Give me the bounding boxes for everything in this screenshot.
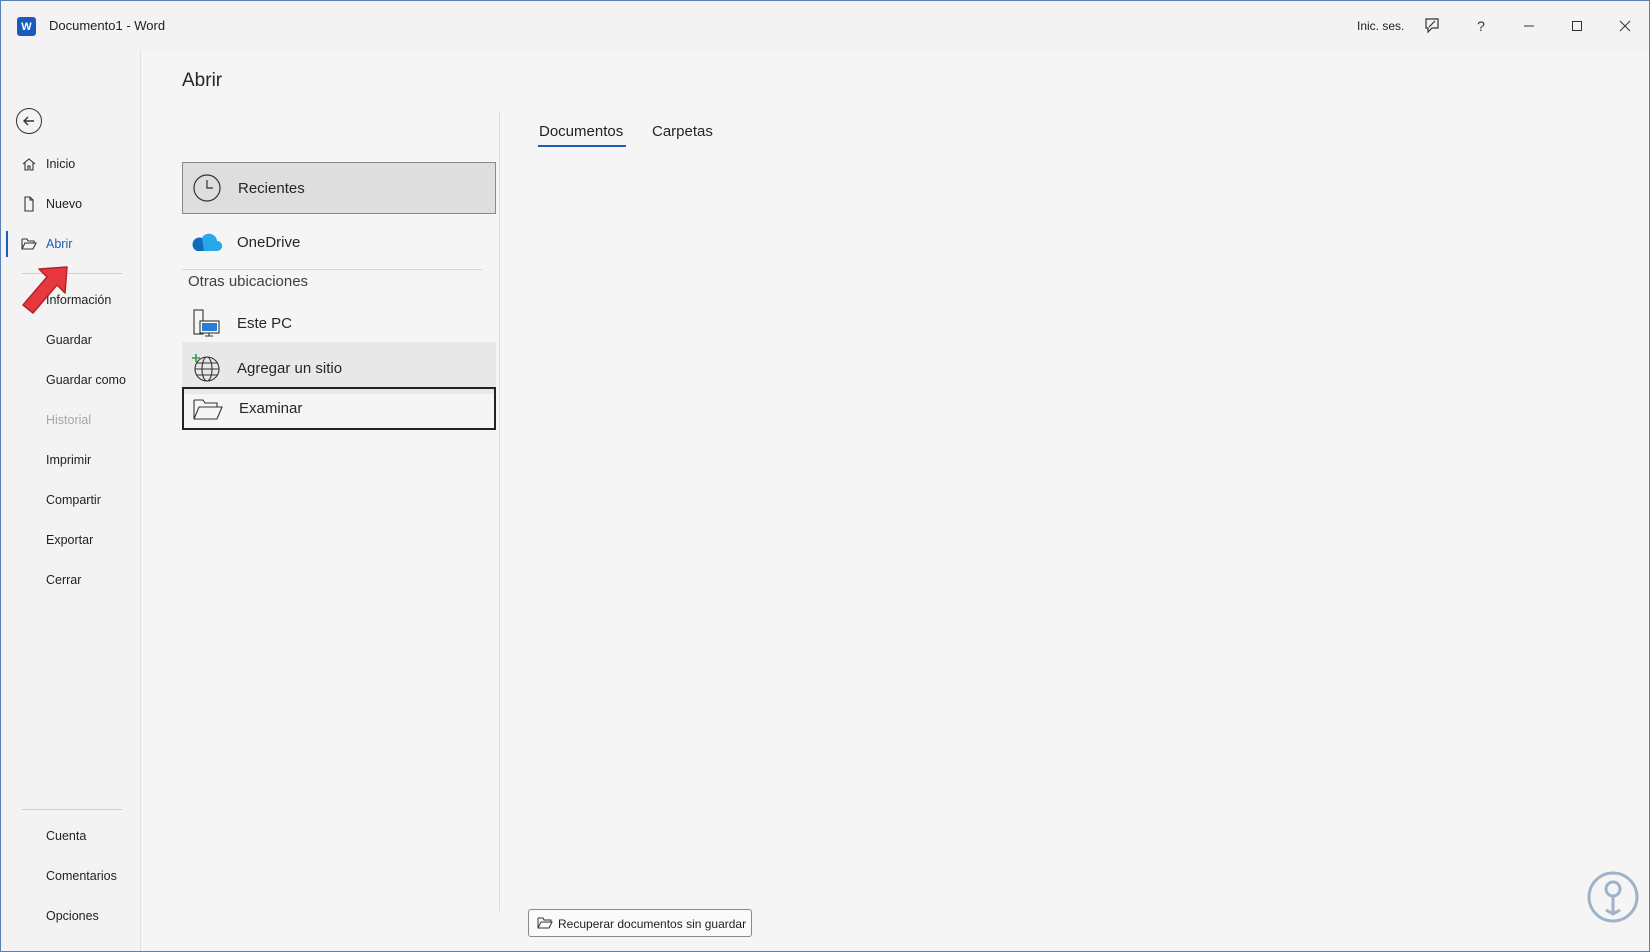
nav-compartir[interactable]: Compartir (1, 485, 141, 515)
location-label: Examinar (239, 400, 303, 417)
nav-imprimir[interactable]: Imprimir (1, 445, 141, 475)
nav-label: Compartir (46, 493, 101, 507)
location-label: Este PC (237, 314, 293, 332)
nav-label: Guardar como (46, 373, 126, 387)
close-icon[interactable] (1602, 11, 1648, 41)
help-icon[interactable]: ? (1458, 11, 1504, 41)
recover-unsaved-button[interactable]: Recuperar documentos sin guardar (528, 909, 752, 937)
locations-panel: Recientes OneDrive Otras ubicaciones Est… (182, 111, 500, 911)
nav-label: Guardar (46, 333, 92, 347)
nav-label: Comentarios (46, 869, 117, 883)
computer-icon (190, 307, 222, 339)
page-title: Abrir (182, 70, 223, 91)
tab-active-underline (538, 145, 626, 147)
nav-label: Opciones (46, 909, 99, 923)
nav-historial: Historial (1, 405, 141, 435)
locations-divider (182, 269, 482, 270)
nav-inicio[interactable]: Inicio (1, 149, 141, 179)
nav-cerrar[interactable]: Cerrar (1, 565, 141, 595)
location-onedrive[interactable]: OneDrive (182, 216, 496, 268)
otras-ubicaciones-heading: Otras ubicaciones (188, 273, 309, 290)
nav-guardar-como[interactable]: Guardar como (1, 365, 141, 395)
word-window: W Documento1 - Word Inic. ses. ? Inicio (0, 0, 1650, 952)
nav-label: Cerrar (46, 573, 82, 587)
word-app-icon: W (17, 17, 40, 36)
nav-label: Inicio (46, 157, 76, 171)
backstage-nav: Inicio Nuevo Abrir Información Guardar G… (1, 51, 141, 951)
home-icon (21, 156, 37, 172)
watermark-logo-icon (1587, 871, 1639, 923)
nav-label: Nuevo (46, 197, 83, 211)
tab-documentos[interactable]: Documentos (539, 123, 623, 140)
nav-divider (22, 809, 122, 810)
location-label: OneDrive (237, 233, 301, 251)
back-arrow-icon[interactable] (16, 108, 42, 134)
nav-guardar[interactable]: Guardar (1, 325, 141, 355)
nav-opciones[interactable]: Opciones (1, 901, 141, 931)
nav-exportar[interactable]: Exportar (1, 525, 141, 555)
location-label: Agregar un sitio (237, 359, 343, 377)
onedrive-cloud-icon (190, 226, 222, 258)
recover-button-label: Recuperar documentos sin guardar (558, 917, 747, 931)
location-examinar[interactable]: Examinar (182, 387, 496, 430)
nav-label: Exportar (46, 533, 94, 547)
title-bar: W Documento1 - Word Inic. ses. ? (1, 1, 1649, 51)
nav-label: Abrir (46, 237, 73, 251)
nav-label: Historial (46, 413, 92, 427)
nav-comentarios[interactable]: Comentarios (1, 861, 141, 891)
minimize-icon[interactable] (1506, 11, 1552, 41)
window-title: Documento1 - Word (49, 18, 166, 33)
globe-add-icon (190, 352, 222, 384)
clock-icon (191, 172, 223, 204)
tab-carpetas[interactable]: Carpetas (652, 123, 713, 140)
open-folder-icon (21, 236, 37, 252)
maximize-icon[interactable] (1554, 11, 1600, 41)
main-content: Abrir Recientes OneDrive Otras ubicacion… (142, 51, 1649, 951)
new-document-icon (21, 196, 37, 212)
comments-icon[interactable] (1409, 11, 1455, 41)
sign-in-link[interactable]: Inic. ses. (1357, 19, 1404, 33)
nav-nuevo[interactable]: Nuevo (1, 189, 141, 219)
nav-abrir[interactable]: Abrir (1, 229, 141, 259)
folder-icon (192, 393, 224, 425)
nav-label: Imprimir (46, 453, 92, 467)
nav-label: Cuenta (46, 829, 87, 843)
location-label: Recientes (238, 179, 305, 197)
nav-cuenta[interactable]: Cuenta (1, 821, 141, 851)
location-recientes[interactable]: Recientes (182, 162, 496, 214)
folder-icon (537, 916, 553, 930)
red-annotation-arrow (22, 266, 68, 314)
